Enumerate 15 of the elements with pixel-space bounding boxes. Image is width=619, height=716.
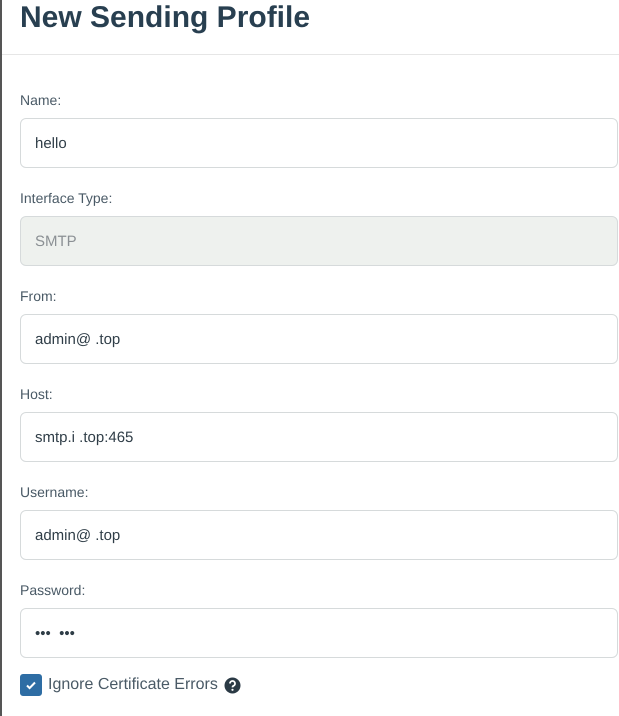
field-label: Name: xyxy=(20,91,62,109)
input-field[interactable]: admin@ .top xyxy=(20,314,618,364)
checkbox-label: Ignore Certificate Errors xyxy=(48,676,218,694)
input-field[interactable]: hello xyxy=(20,118,618,168)
field-label: Username: xyxy=(20,483,90,501)
input-field[interactable]: ••• ••• xyxy=(20,608,618,658)
input-field[interactable]: admin@ .top xyxy=(20,510,618,560)
field-label: Password: xyxy=(20,581,86,599)
checkbox[interactable] xyxy=(20,674,42,696)
field-label: Interface Type: xyxy=(20,189,114,207)
page-title: New Sending Profile xyxy=(19,0,312,36)
field-label: From: xyxy=(20,287,58,305)
help-icon[interactable] xyxy=(224,676,241,694)
input-field[interactable]: smtp.i .top:465 xyxy=(20,412,618,462)
field-label: Host: xyxy=(20,385,54,403)
